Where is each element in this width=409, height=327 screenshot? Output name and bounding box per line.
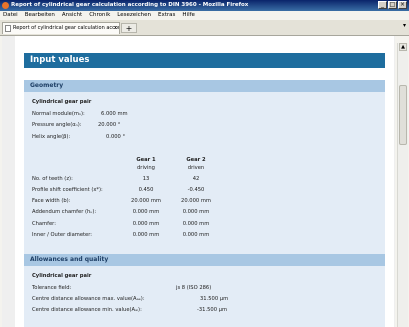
menu-hilfe[interactable]: Hilfe	[182, 12, 195, 18]
menu-extras[interactable]: Extras	[158, 12, 175, 18]
geometry-section: Geometry Cylindrical gear pair Normal mo…	[24, 80, 385, 260]
table-cell-gear2: 42	[192, 176, 200, 182]
table-row-label: Inner / Outer diameter:	[32, 232, 93, 238]
geometry-header: Geometry	[24, 80, 385, 92]
param-value: 0.000 °	[106, 134, 126, 140]
maximize-button[interactable]: □	[388, 1, 397, 9]
gear2-role: driven	[187, 165, 205, 171]
param-value: 31.500 µm	[200, 296, 229, 302]
page-title: Input values	[24, 53, 385, 68]
geometry-subheader: Cylindrical gear pair	[32, 99, 92, 105]
table-row-label: Chamfer:	[32, 221, 56, 227]
table-row-label: Face width (b):	[32, 198, 71, 204]
table-cell-gear2: 0.000 mm	[182, 232, 210, 238]
title-bar: Report of cylindrical gear calculation a…	[0, 0, 409, 11]
allowances-header: Allowances and quality	[24, 254, 385, 266]
tab-report[interactable]: Report of cylindrical gear calculation a…	[2, 22, 120, 34]
tab-list-chevron-icon[interactable]: ▾	[403, 22, 406, 29]
table-cell-gear2: 0.000 mm	[182, 209, 210, 215]
new-tab-button[interactable]: +	[121, 23, 137, 33]
vertical-scrollbar[interactable]: ▲	[397, 43, 408, 327]
table-row-label: Addendum chamfer (hᵤ):	[32, 209, 97, 215]
page-icon	[5, 25, 11, 32]
allowances-section: Allowances and quality Cylindrical gear …	[24, 254, 385, 327]
window-title: Report of cylindrical gear calculation a…	[11, 2, 249, 8]
close-button[interactable]: ×	[398, 1, 407, 9]
table-cell-gear1: 13	[142, 176, 150, 182]
table-cell-gear1: 0.000 mm	[132, 232, 160, 238]
table-cell-gear1: 20.000 mm	[131, 198, 161, 204]
table-cell-gear2: 0.000 mm	[182, 221, 210, 227]
param-label: Normal module(mₙ):	[32, 111, 85, 117]
menu-bearbeiten[interactable]: Bearbeiten	[25, 12, 55, 18]
param-label: Pressure angle(αₙ):	[32, 122, 82, 128]
gear1-role: driving	[137, 165, 155, 171]
param-label: Centre distance allowance min. value(Aₐᵢ…	[32, 307, 142, 313]
table-cell-gear2: -0.450	[187, 187, 205, 193]
param-value: js 8 (ISO 286)	[176, 285, 212, 291]
firefox-icon	[2, 2, 9, 9]
tab-label: Report of cylindrical gear calculation a…	[13, 25, 120, 31]
gear2-header: Gear 2	[186, 157, 206, 163]
param-value: 20.000 °	[98, 122, 121, 128]
gear1-header: Gear 1	[136, 157, 156, 163]
menu-bar: Datei Bearbeiten Ansicht Chronik Lesezeichen…	[0, 11, 409, 20]
page-content: Input values Geometry Cylindrical gear p…	[2, 36, 395, 327]
param-value: 6.000 mm	[101, 111, 128, 117]
tab-bar: Report of cylindrical gear calculation a…	[0, 20, 409, 36]
table-cell-gear1: 0.000 mm	[132, 221, 160, 227]
table-cell-gear2: 20.000 mm	[181, 198, 211, 204]
table-cell-gear1: 0.450	[138, 187, 154, 193]
minimize-button[interactable]: _	[378, 1, 387, 9]
param-label: Centre distance allowance max. value(Aₐₑ…	[32, 296, 145, 302]
table-row-label: No. of teeth (z):	[32, 176, 73, 182]
param-label: Helix angle(β):	[32, 134, 71, 140]
allowances-subheader: Cylindrical gear pair	[32, 273, 92, 279]
menu-lesezeichen[interactable]: Lesezeichen	[117, 12, 151, 18]
menu-chronik[interactable]: Chronik	[89, 12, 110, 18]
scrollbar-thumb[interactable]	[399, 85, 407, 145]
browser-window: Report of cylindrical gear calculation a…	[0, 0, 409, 327]
menu-ansicht[interactable]: Ansicht	[62, 12, 82, 18]
report-page: Input values Geometry Cylindrical gear p…	[15, 36, 394, 327]
table-row-label: Profile shift coefficient (x*):	[32, 187, 103, 193]
param-value: -31.500 µm	[197, 307, 228, 313]
table-cell-gear1: 0.000 mm	[132, 209, 160, 215]
menu-datei[interactable]: Datei	[3, 12, 18, 18]
param-label: Tolerance field:	[32, 285, 72, 291]
scroll-up-icon[interactable]: ▲	[399, 43, 407, 51]
tab-close-button[interactable]: x	[114, 23, 117, 34]
